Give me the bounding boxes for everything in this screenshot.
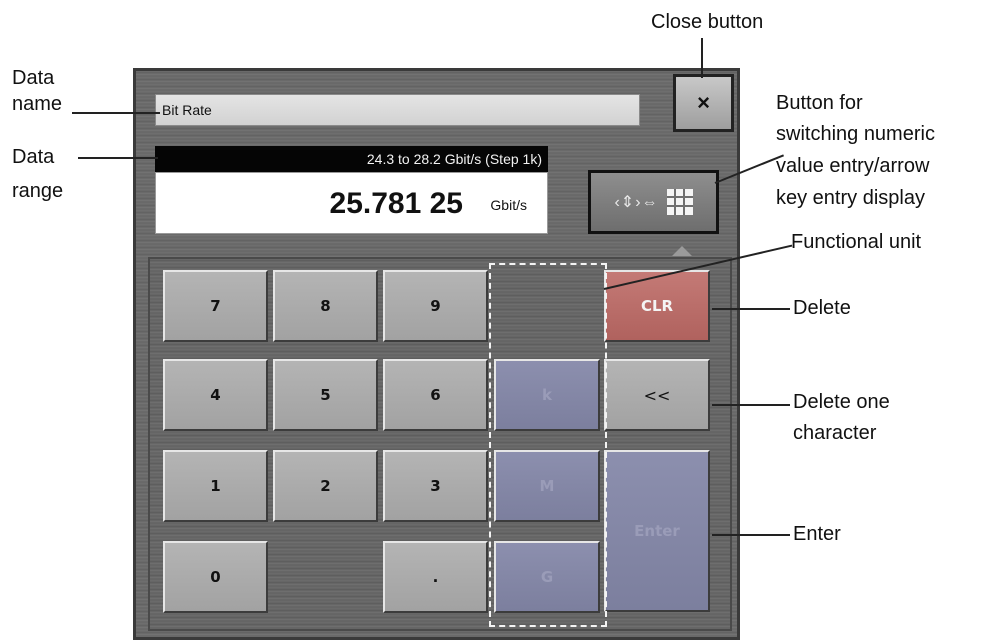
value-unit: Gbit/s (490, 197, 527, 213)
annotation-data-range-line1: Data (12, 146, 55, 168)
leader-line (701, 38, 703, 78)
annotation-delete-one-line2: character (793, 422, 877, 444)
key-0[interactable]: 0 (163, 541, 268, 613)
unit-G-button[interactable]: G (494, 541, 600, 613)
leader-line (78, 157, 158, 159)
data-name-field: Bit Rate (155, 94, 640, 126)
leader-line (712, 308, 790, 310)
value-display: 25.781 25 Gbit/s (155, 172, 548, 234)
annotation-data-range-line2: range (12, 180, 64, 202)
unit-M-button[interactable]: M (494, 450, 600, 522)
annotation-close-button: Close button (651, 11, 764, 33)
arrow-keys-icon: ‹⇕›⇔ (614, 194, 659, 211)
key-6[interactable]: 6 (383, 359, 488, 431)
unit-k-button[interactable]: k (494, 359, 600, 431)
leader-line (712, 534, 790, 536)
annotation-data-name-line2: name (12, 93, 63, 115)
value-number: 25.781 25 (329, 187, 463, 220)
annotation-switch-line2: switching numeric (776, 123, 935, 145)
backspace-button[interactable]: << (604, 359, 710, 431)
close-icon: × (697, 90, 710, 115)
key-5[interactable]: 5 (273, 359, 378, 431)
annotation-delete-one-line1: Delete one (793, 391, 890, 413)
key-8[interactable]: 8 (273, 270, 378, 342)
annotation-switch-line4: key entry display (776, 187, 925, 209)
entry-mode-switch-button[interactable]: ‹⇕›⇔ (588, 170, 719, 234)
key-4[interactable]: 4 (163, 359, 268, 431)
annotation-delete: Delete (793, 297, 851, 319)
keypad-grid-icon (666, 189, 693, 215)
leader-line (712, 404, 790, 406)
key-1[interactable]: 1 (163, 450, 268, 522)
key-7[interactable]: 7 (163, 270, 268, 342)
annotation-enter: Enter (793, 523, 841, 545)
key-9[interactable]: 9 (383, 270, 488, 342)
data-range-label: 24.3 to 28.2 Gbit/s (Step 1k) (155, 146, 548, 172)
annotation-functional-unit: Functional unit (791, 231, 922, 253)
annotation-data-name-line1: Data (12, 67, 55, 89)
enter-button[interactable]: Enter (604, 450, 710, 612)
clear-button[interactable]: CLR (604, 270, 710, 342)
annotation-switch-line1: Button for (776, 92, 863, 114)
key-3[interactable]: 3 (383, 450, 488, 522)
key-2[interactable]: 2 (273, 450, 378, 522)
decimal-point-key[interactable]: . (383, 541, 488, 613)
annotation-switch-line3: value entry/arrow (776, 155, 930, 177)
close-button[interactable]: × (673, 74, 734, 132)
leader-line (72, 112, 160, 114)
pointer-notch (672, 246, 692, 256)
